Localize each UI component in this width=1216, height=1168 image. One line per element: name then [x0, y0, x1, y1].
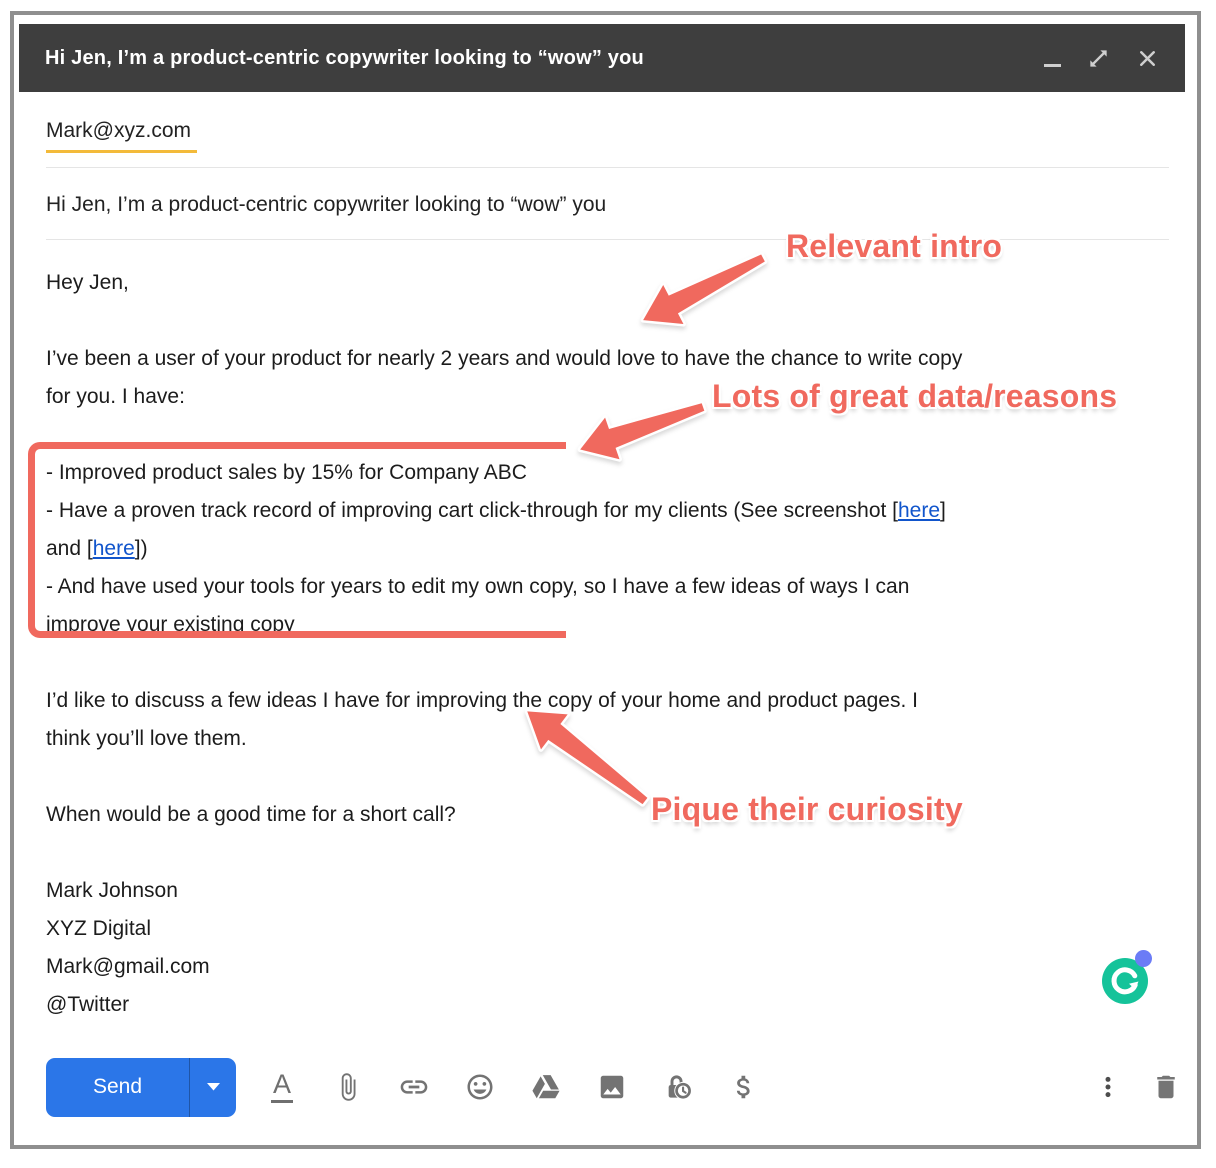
insert-photo-button[interactable]: [596, 1069, 628, 1105]
insert-drive-button[interactable]: [530, 1069, 562, 1105]
minimize-icon[interactable]: [1044, 45, 1061, 71]
trash-icon: [1151, 1072, 1181, 1102]
formatting-icon: A: [271, 1071, 293, 1103]
attach-file-icon: [333, 1072, 363, 1102]
toolbar-right: [1092, 1069, 1182, 1105]
annotation-relevant-intro: Relevant intro: [786, 228, 1002, 265]
insert-emoji-icon: [465, 1072, 495, 1102]
more-options-icon: [1095, 1074, 1121, 1100]
attach-file-button[interactable]: [332, 1069, 364, 1105]
request-money-button[interactable]: [728, 1069, 760, 1105]
grammarly-notification-dot: [1135, 950, 1152, 967]
compose-title: Hi Jen, I’m a product-centric copywriter…: [45, 47, 644, 70]
screenshot-root: Hi Jen, I’m a product-centric copywriter…: [0, 0, 1216, 1168]
close-icon[interactable]: [1136, 45, 1159, 71]
send-button[interactable]: Send: [46, 1058, 189, 1117]
request-money-icon: [729, 1072, 759, 1102]
annotation-bracket: [28, 442, 566, 638]
formatting-row: A: [266, 1069, 760, 1105]
greeting: Hey Jen,: [46, 264, 1176, 302]
confidential-mode-button[interactable]: [662, 1069, 694, 1105]
expand-icon[interactable]: [1087, 45, 1110, 71]
google-drive-icon: [531, 1072, 561, 1102]
window-controls: [1044, 45, 1159, 71]
insert-link-button[interactable]: [398, 1069, 430, 1105]
confidential-mode-icon: [662, 1071, 694, 1103]
more-options-button[interactable]: [1092, 1069, 1124, 1105]
annotation-data-reasons: Lots of great data/reasons: [712, 378, 1117, 415]
insert-emoji-button[interactable]: [464, 1069, 496, 1105]
screenshot-link-1[interactable]: here: [898, 499, 940, 522]
send-options-button[interactable]: [189, 1058, 236, 1117]
pitch-paragraph: I’d like to discuss a few ideas I have f…: [46, 682, 1176, 758]
recipient-address[interactable]: Mark@xyz.com: [46, 119, 197, 153]
subject-field[interactable]: Hi Jen, I’m a product-centric copywriter…: [46, 193, 606, 217]
signature-block: Mark Johnson XYZ Digital Mark@gmail.com …: [46, 872, 1176, 1024]
insert-photo-icon: [597, 1072, 627, 1102]
divider: [46, 167, 1169, 168]
annotation-curiosity: Pique their curiosity: [651, 791, 963, 828]
recipient-field[interactable]: Mark@xyz.com: [46, 119, 197, 153]
compose-toolbar: Send A: [46, 1057, 1182, 1117]
compose-titlebar: Hi Jen, I’m a product-centric copywriter…: [19, 24, 1185, 92]
discard-draft-button[interactable]: [1150, 1069, 1182, 1105]
insert-link-icon: [398, 1071, 430, 1103]
formatting-options-button[interactable]: A: [266, 1069, 298, 1105]
send-group: Send: [46, 1058, 236, 1117]
call-question: When would be a good time for a short ca…: [46, 796, 1176, 834]
dropdown-arrow-icon: [207, 1083, 220, 1091]
